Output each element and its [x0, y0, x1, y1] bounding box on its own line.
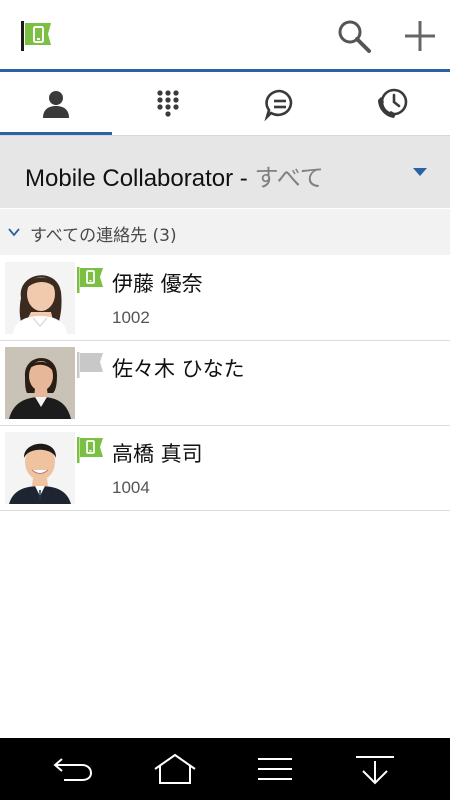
chat-icon — [264, 89, 293, 121]
contact-row[interactable]: 高橋 真司 1004 — [0, 426, 450, 511]
add-contact-plus-icon[interactable] — [400, 16, 440, 56]
source-label: Mobile Collaborator - — [25, 165, 248, 192]
grey-flag-icon — [77, 352, 103, 378]
app-bar — [0, 0, 450, 70]
back-icon[interactable] — [50, 751, 96, 787]
contact-row[interactable]: 伊藤 優奈 1002 — [0, 256, 450, 341]
contact-row[interactable]: 佐々木 ひなた — [0, 341, 450, 426]
tab-dialpad[interactable] — [112, 72, 224, 136]
contact-extension: 1002 — [112, 308, 150, 327]
contact-extension: 1004 — [112, 478, 150, 497]
chevron-down-icon — [8, 228, 20, 237]
green-phone-flag-icon — [77, 267, 103, 293]
contact-name: 高橋 真司 — [112, 442, 203, 466]
avatar — [5, 432, 75, 504]
tab-contacts[interactable] — [0, 72, 112, 136]
scope-label: すべて — [254, 165, 324, 192]
avatar — [5, 262, 75, 334]
home-icon[interactable] — [152, 751, 198, 787]
search-icon[interactable] — [334, 16, 374, 56]
caret-down-icon[interactable] — [412, 166, 428, 178]
call-history-icon — [378, 88, 408, 118]
group-label: すべての連絡先 (3) — [30, 226, 177, 246]
tab-bar — [0, 72, 450, 136]
avatar — [5, 347, 75, 419]
tab-history[interactable] — [336, 72, 448, 136]
dropdown-title: Mobile Collaborator - すべて — [25, 158, 324, 193]
contact-source-dropdown[interactable]: Mobile Collaborator - すべて — [0, 136, 450, 208]
contact-name: 佐々木 ひなた — [112, 357, 245, 381]
contact-name: 伊藤 優奈 — [112, 272, 203, 296]
system-nav-bar — [0, 738, 450, 800]
person-icon — [43, 91, 69, 118]
collapse-icon[interactable] — [352, 751, 398, 787]
green-phone-flag-icon — [77, 437, 103, 463]
dialpad-icon — [157, 90, 179, 117]
contact-group-header[interactable]: すべての連絡先 (3) — [0, 209, 450, 255]
app-logo-flag-icon — [21, 21, 51, 51]
menu-icon[interactable] — [252, 751, 298, 787]
tab-chat[interactable] — [224, 72, 336, 136]
